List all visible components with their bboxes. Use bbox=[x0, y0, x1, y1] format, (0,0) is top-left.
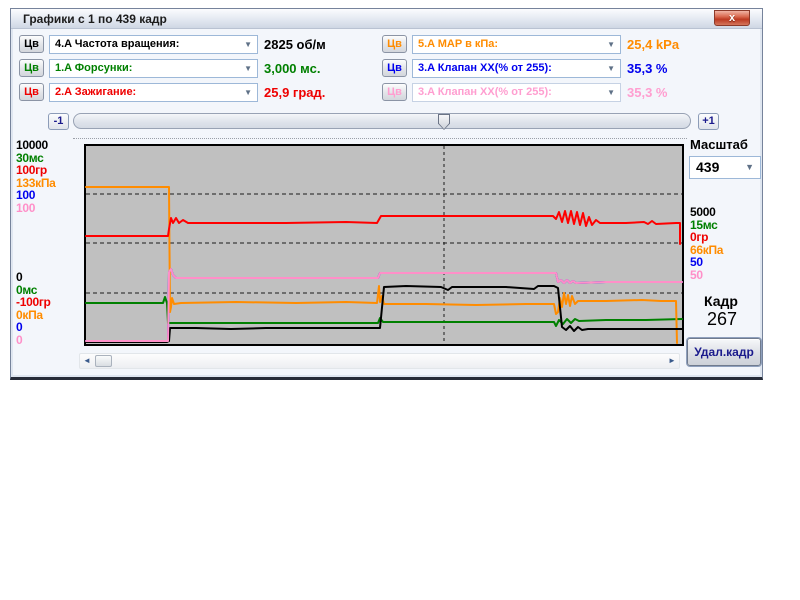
scroll-right-icon[interactable]: ► bbox=[665, 354, 679, 368]
title-bar[interactable]: Графики с 1 по 439 кадр x bbox=[11, 9, 762, 29]
left-axis-min-labels: 0 0мс -100гр 0кПа 0 0 bbox=[16, 271, 51, 346]
graph-plot-svg[interactable] bbox=[84, 144, 684, 346]
rpm-value: 2825 об/м bbox=[264, 35, 326, 54]
axis-label: 50 bbox=[690, 269, 723, 282]
axis-label: 100гр bbox=[16, 164, 56, 177]
plot-background[interactable] bbox=[85, 145, 683, 345]
frame-slider-thumb-face bbox=[439, 115, 449, 129]
channel-select-rpm[interactable]: 4.A Частота вращения: ▼ bbox=[49, 35, 258, 54]
chevron-down-icon: ▼ bbox=[244, 84, 252, 101]
horizontal-scrollbar[interactable]: ◄ ► bbox=[79, 353, 680, 369]
chevron-down-icon: ▼ bbox=[607, 84, 615, 101]
scale-label: Масштаб bbox=[690, 137, 748, 152]
axis-label: 0 bbox=[16, 321, 51, 334]
channel-select-map-label: 5.A MAP в кПа: bbox=[418, 38, 498, 50]
injectors-value: 3,000 мс. bbox=[264, 59, 320, 78]
axis-label: 0 bbox=[16, 271, 51, 284]
channel-select-rpm-label: 4.A Частота вращения: bbox=[55, 38, 179, 50]
frame-slider-thumb[interactable] bbox=[438, 114, 450, 130]
axis-label: 100 bbox=[16, 202, 56, 215]
window-title: Графики с 1 по 439 кадр bbox=[23, 12, 167, 26]
channel-select-ignition[interactable]: 2.A Зажигание: ▼ bbox=[49, 83, 258, 102]
ignition-value: 25,9 град. bbox=[264, 83, 325, 102]
color-button-valve-pink[interactable]: Цв bbox=[382, 83, 407, 101]
delete-frame-button[interactable]: Удал.кадр bbox=[687, 338, 761, 366]
channel-select-valve-blue-label: 3.A Клапан XX(% от 255): bbox=[418, 62, 552, 74]
channel-select-ignition-label: 2.A Зажигание: bbox=[55, 86, 136, 98]
axis-label: 50 bbox=[690, 256, 723, 269]
slider-tick-line bbox=[73, 138, 687, 139]
chevron-down-icon: ▼ bbox=[745, 157, 754, 178]
axis-label: -100гр bbox=[16, 296, 51, 309]
scrollbar-thumb[interactable] bbox=[95, 355, 112, 367]
channel-select-injectors[interactable]: 1.A Форсунки: ▼ bbox=[49, 59, 258, 78]
axis-label: 10000 bbox=[16, 139, 56, 152]
map-value: 25,4 kPa bbox=[627, 35, 679, 54]
frame-number: 267 bbox=[707, 309, 737, 330]
channel-select-valve-pink[interactable]: 3.A Клапан XX(% от 255): ▼ bbox=[412, 83, 621, 102]
chevron-down-icon: ▼ bbox=[607, 36, 615, 53]
right-axis-mid-labels: 5000 15мс 0гр 66кПа 50 50 bbox=[690, 206, 723, 281]
left-axis-max-labels: 10000 30мс 100гр 133кПа 100 100 bbox=[16, 139, 56, 214]
color-button-ignition[interactable]: Цв bbox=[19, 83, 44, 101]
axis-label: 100 bbox=[16, 189, 56, 202]
axis-label: 0гр bbox=[690, 231, 723, 244]
channel-select-injectors-label: 1.A Форсунки: bbox=[55, 62, 132, 74]
color-button-rpm[interactable]: Цв bbox=[19, 35, 44, 53]
color-button-injectors[interactable]: Цв bbox=[19, 59, 44, 77]
color-button-map[interactable]: Цв bbox=[382, 35, 407, 53]
axis-label: 5000 bbox=[690, 206, 723, 219]
valve-pink-value: 35,3 % bbox=[627, 83, 667, 102]
chevron-down-icon: ▼ bbox=[607, 60, 615, 77]
channel-select-valve-pink-label: 3.A Клапан XX(% от 255): bbox=[418, 86, 552, 98]
axis-label: 0 bbox=[16, 334, 51, 347]
graphs-window: Графики с 1 по 439 кадр x Цв 4.A Частота… bbox=[10, 8, 763, 380]
scale-select[interactable]: 439 ▼ bbox=[689, 156, 761, 179]
channel-select-map[interactable]: 5.A MAP в кПа: ▼ bbox=[412, 35, 621, 54]
next-frame-button[interactable]: +1 bbox=[698, 113, 719, 130]
frame-slider-track[interactable] bbox=[73, 113, 691, 129]
close-button[interactable]: x bbox=[714, 10, 750, 26]
channel-select-valve-blue[interactable]: 3.A Клапан XX(% от 255): ▼ bbox=[412, 59, 621, 78]
scale-select-value: 439 bbox=[696, 159, 719, 175]
chevron-down-icon: ▼ bbox=[244, 60, 252, 77]
valve-blue-value: 35,3 % bbox=[627, 59, 667, 78]
frame-label: Кадр bbox=[704, 293, 738, 309]
graph-plot-area[interactable] bbox=[84, 144, 684, 346]
prev-frame-button[interactable]: -1 bbox=[48, 113, 69, 130]
scroll-left-icon[interactable]: ◄ bbox=[80, 354, 94, 368]
chevron-down-icon: ▼ bbox=[244, 36, 252, 53]
color-button-valve-blue[interactable]: Цв bbox=[382, 59, 407, 77]
